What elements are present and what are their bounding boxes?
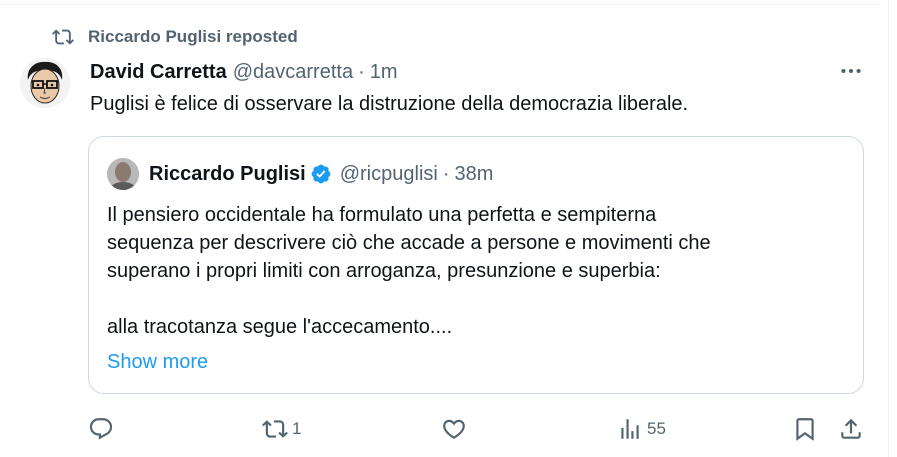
author-handle[interactable]: @davcarretta	[233, 61, 353, 84]
top-divider	[0, 4, 880, 5]
quote-text-line: alla tracotanza segue l'accecamento....	[107, 316, 453, 338]
quote-text-line: superano i propri limiti con arroganza, …	[107, 260, 661, 282]
views-count: 55	[647, 419, 666, 438]
repost-label[interactable]: Riccardo Puglisi reposted	[88, 27, 298, 47]
share-button[interactable]	[838, 412, 864, 446]
repost-button[interactable]: 1	[262, 412, 301, 446]
quote-header: Riccardo Puglisi @ricpuglisi · 38m	[107, 157, 493, 191]
post-timestamp[interactable]: 1m	[370, 61, 398, 84]
bookmark-button[interactable]	[792, 412, 818, 446]
quote-avatar[interactable]	[107, 158, 139, 190]
repost-icon	[262, 420, 288, 438]
quote-text-line: sequenza per descrivere ciò che accade a…	[107, 232, 711, 254]
quoted-post[interactable]: Riccardo Puglisi @ricpuglisi · 38m Il pe…	[88, 136, 864, 394]
like-icon	[443, 419, 465, 439]
quote-timestamp[interactable]: 38m	[455, 163, 494, 186]
show-more-link[interactable]: Show more	[107, 348, 208, 376]
avatar[interactable]	[20, 58, 70, 108]
more-button[interactable]	[838, 58, 866, 84]
bookmark-icon	[796, 418, 814, 441]
post-header: David Carretta @davcarretta · 1m	[90, 58, 398, 86]
views-icon	[621, 419, 639, 439]
quote-author-handle[interactable]: @ricpuglisi	[340, 163, 438, 186]
share-icon	[841, 418, 861, 439]
author-name[interactable]: David Carretta	[90, 61, 227, 84]
right-divider	[888, 0, 889, 457]
quote-separator-dot: ·	[442, 162, 450, 185]
views-button[interactable]: 55	[617, 412, 666, 446]
more-icon	[841, 68, 861, 74]
verified-badge-icon	[311, 164, 331, 184]
like-button[interactable]	[441, 412, 471, 446]
post-text: Puglisi è felice di osservare la distruz…	[90, 93, 689, 115]
reply-icon	[89, 418, 113, 440]
repost-icon	[52, 29, 74, 45]
separator-dot: ·	[358, 60, 365, 83]
quote-text: Il pensiero occidentale ha formulato una…	[107, 201, 847, 341]
action-bar: 1 55	[0, 412, 897, 446]
quote-author-name[interactable]: Riccardo Puglisi	[149, 163, 306, 186]
repost-count: 1	[292, 419, 302, 438]
repost-banner[interactable]: Riccardo Puglisi reposted	[52, 26, 298, 48]
quote-text-line: Il pensiero occidentale ha formulato una…	[107, 204, 657, 226]
reply-button[interactable]	[88, 412, 118, 446]
